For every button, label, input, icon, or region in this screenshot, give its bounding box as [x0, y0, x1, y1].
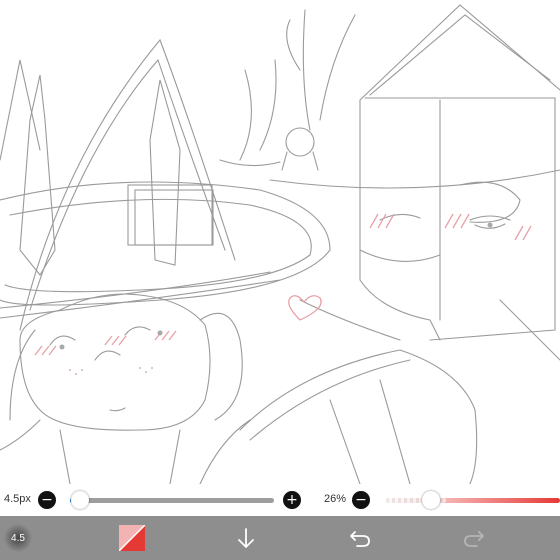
opacity-decrease-button[interactable]: − — [352, 491, 370, 509]
brush-settings-bar: 4.5px − + 26% − — [0, 484, 560, 516]
brush-preview-label: 4.5 — [11, 532, 25, 544]
opacity-value: 26% — [324, 493, 347, 505]
brush-preview-icon: 4.5 — [4, 524, 32, 552]
brush-size-preview[interactable]: 4.5 — [0, 516, 36, 560]
bottom-toolbar: 4.5 — [0, 516, 560, 560]
redo-icon — [464, 531, 484, 547]
brush-size-decrease-button[interactable]: − — [38, 491, 56, 509]
layer-down-button[interactable] — [228, 516, 264, 560]
sketch-artwork — [0, 4, 560, 484]
undo-icon — [350, 531, 370, 547]
brush-size-value: 4.5px — [4, 493, 31, 505]
drawing-canvas[interactable] — [0, 0, 560, 484]
opacity-slider-thumb[interactable] — [422, 491, 441, 509]
redo-button[interactable] — [456, 516, 492, 560]
undo-button[interactable] — [342, 516, 378, 560]
brush-size-slider[interactable] — [70, 498, 274, 503]
color-swatch-icon — [119, 525, 145, 551]
color-swatch[interactable] — [112, 516, 152, 560]
brush-size-increase-button[interactable]: + — [283, 491, 301, 509]
arrow-down-icon — [238, 528, 254, 548]
brush-size-slider-thumb[interactable] — [71, 491, 90, 509]
opacity-slider[interactable] — [386, 498, 560, 503]
